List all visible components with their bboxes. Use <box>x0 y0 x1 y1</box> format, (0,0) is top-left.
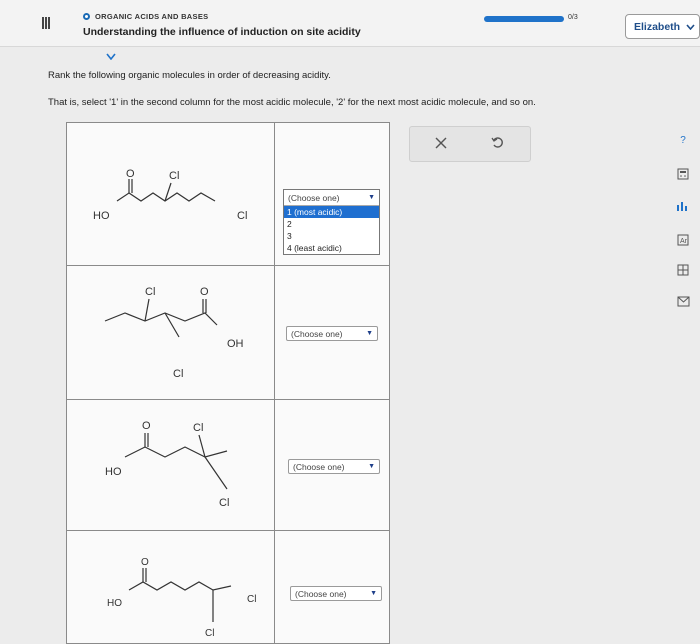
collapse-chevron-icon[interactable] <box>106 51 116 63</box>
rank-select-1-open[interactable]: (Choose one) ▼ 1 (most acidic) 2 3 4 (le… <box>283 189 380 255</box>
dropdown-arrow-icon: ▼ <box>368 194 375 201</box>
question-icon[interactable]: ? <box>676 134 690 147</box>
reference-icon[interactable]: Ar <box>676 234 690 247</box>
dropdown-arrow-icon: ▼ <box>370 590 377 597</box>
molecule-1-o-label: O <box>126 168 135 180</box>
svg-text:Ar: Ar <box>680 238 688 245</box>
rank-select-3[interactable]: (Choose one) ▼ <box>288 459 380 474</box>
molecule-3-cl-label: Cl <box>193 422 203 434</box>
rank-option-2[interactable]: 2 <box>284 218 379 230</box>
answer-actions <box>409 126 531 162</box>
molecule-3-ho-label: HO <box>105 466 122 478</box>
hamburger-icon[interactable] <box>40 17 52 29</box>
user-menu-button[interactable]: Elizabeth <box>625 14 700 39</box>
page-title: Understanding the influence of induction… <box>83 26 361 38</box>
rank-option-1[interactable]: 1 (most acidic) <box>284 206 379 218</box>
topic-row: ORGANIC ACIDS AND BASES <box>83 12 208 21</box>
x-icon[interactable] <box>435 136 447 152</box>
progress-bar <box>484 16 564 22</box>
molecule-2-cl2-label: Cl <box>173 368 183 380</box>
molecule-3-structure: O Cl HO Cl <box>105 420 229 509</box>
header-bar: ORGANIC ACIDS AND BASES Understanding th… <box>0 0 700 47</box>
progress-label: 0/3 <box>568 14 578 21</box>
rank-select-4[interactable]: (Choose one) ▼ <box>290 586 382 601</box>
topic-label: ORGANIC ACIDS AND BASES <box>95 12 209 21</box>
molecule-1-structure: O Cl HO Cl <box>93 168 247 222</box>
molecule-4-o-label: O <box>141 557 149 568</box>
molecule-2-o-label: O <box>200 286 209 298</box>
molecule-4-cl2-label: Cl <box>205 628 214 639</box>
undo-icon[interactable] <box>491 136 504 152</box>
rank-option-3[interactable]: 3 <box>284 230 379 242</box>
instruction-text-2: That is, select '1' in the second column… <box>48 97 536 108</box>
rank-select-2[interactable]: (Choose one) ▼ <box>286 326 378 341</box>
chevron-down-icon <box>686 22 695 32</box>
rank-select-4-placeholder: (Choose one) <box>295 588 347 599</box>
molecule-4-structure: O HO Cl Cl <box>107 557 256 639</box>
rank-select-3-placeholder: (Choose one) <box>293 461 345 472</box>
data-icon[interactable] <box>676 200 690 213</box>
rank-select-1-header[interactable]: (Choose one) ▼ <box>284 190 379 206</box>
rank-select-2-placeholder: (Choose one) <box>291 328 343 339</box>
molecule-1-ho-label: HO <box>93 210 110 222</box>
molecule-3-o-label: O <box>142 420 151 432</box>
periodic-table-icon[interactable] <box>676 264 690 277</box>
topic-dot-icon <box>83 13 90 20</box>
molecule-2-structure: Cl O OH Cl <box>104 286 244 380</box>
molecule-2-oh-label: OH <box>227 338 244 350</box>
molecule-1-cl2-label: Cl <box>237 210 247 222</box>
dropdown-arrow-icon: ▼ <box>368 463 375 470</box>
calculator-icon[interactable] <box>676 168 690 181</box>
mail-icon[interactable] <box>676 296 690 309</box>
rank-option-4[interactable]: 4 (least acidic) <box>284 242 379 254</box>
molecule-4-ho-label: HO <box>107 598 122 609</box>
molecule-1-cl-label: Cl <box>169 170 179 182</box>
molecule-4-cl-label: Cl <box>247 594 256 605</box>
ranking-table: O Cl HO Cl Cl O OH Cl O Cl HO Cl O HO Cl… <box>66 122 390 644</box>
molecule-3-cl2-label: Cl <box>219 497 229 509</box>
user-name: Elizabeth <box>634 20 681 33</box>
rank-select-1-placeholder: (Choose one) <box>288 192 340 203</box>
instruction-text-1: Rank the following organic molecules in … <box>48 70 331 81</box>
molecule-2-cl-label: Cl <box>145 286 155 298</box>
dropdown-arrow-icon: ▼ <box>366 330 373 337</box>
